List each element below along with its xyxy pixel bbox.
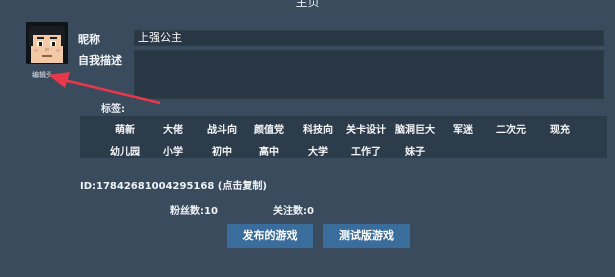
nickname-label: 昵称 <box>78 33 100 46</box>
tag-item[interactable]: 工作了 <box>351 143 381 158</box>
avatar[interactable] <box>26 22 68 64</box>
tag-item[interactable]: 关卡设计 <box>346 121 386 136</box>
page-title: 主页 <box>295 0 320 9</box>
tag-item[interactable]: 军迷 <box>453 121 473 136</box>
tag-item[interactable]: 大佬 <box>163 121 183 136</box>
description-label: 自我描述 <box>78 54 122 67</box>
tag-item[interactable]: 初中 <box>212 143 232 158</box>
tag-item[interactable]: 二次元 <box>496 121 526 136</box>
tag-item[interactable]: 颜值党 <box>254 121 284 136</box>
user-id-copy[interactable]: ID:17842681004295168 (点击复制) <box>80 177 267 192</box>
avatar-face-icon <box>26 22 68 64</box>
tag-item[interactable]: 科技向 <box>303 121 333 136</box>
avatar-edit-label[interactable]: 编辑头 <box>32 70 53 80</box>
beta-games-button[interactable]: 测试版游戏 <box>323 224 410 248</box>
tag-item[interactable]: 幼儿园 <box>110 143 140 158</box>
tag-item[interactable]: 大学 <box>308 143 328 158</box>
tag-item[interactable]: 萌新 <box>115 121 135 136</box>
published-games-button[interactable]: 发布的游戏 <box>227 224 313 248</box>
tag-item[interactable]: 现充 <box>550 121 570 136</box>
tag-item[interactable]: 小学 <box>163 143 183 158</box>
tag-item[interactable]: 高中 <box>259 143 279 158</box>
tag-item[interactable]: 脑洞巨大 <box>395 121 435 136</box>
following-count: 关注数:0 <box>273 206 314 217</box>
followers-count: 粉丝数:10 <box>170 206 218 217</box>
tag-item[interactable]: 妹子 <box>405 143 425 158</box>
tags-panel <box>80 116 607 158</box>
description-field[interactable] <box>134 50 604 99</box>
tags-label: 标签: <box>101 104 125 115</box>
tag-item[interactable]: 战斗向 <box>207 121 237 136</box>
nickname-field[interactable]: 上强公主 <box>134 30 604 46</box>
